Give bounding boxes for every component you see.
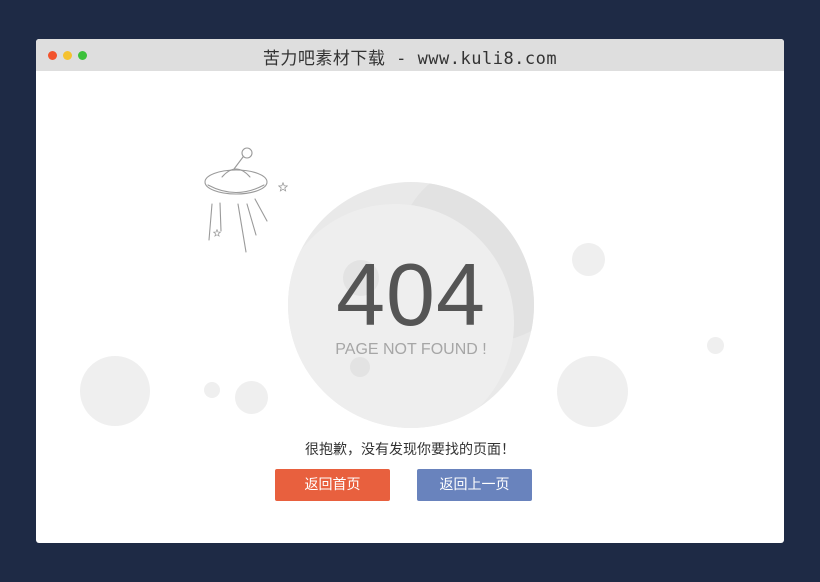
home-button[interactable]: 返回首页 [275,469,390,501]
bubble-decoration [572,243,605,276]
bubble-decoration [557,356,628,427]
error-subtitle: PAGE NOT FOUND ! [335,341,487,358]
bubble-decoration [707,337,724,354]
ufo-icon [204,147,268,253]
back-button[interactable]: 返回上一页 [417,469,532,501]
planet-crater [350,357,370,377]
window-title: 苦力吧素材下载 - www.kuli8.com [262,49,558,69]
error-code: 404 [336,245,486,344]
error-message: 很抱歉，没有发现你要找的页面！ [305,442,515,458]
star-icon [278,182,288,192]
star-icon [213,229,221,237]
bubble-decoration [80,356,150,426]
browser-window: 苦力吧素材下载 - www.kuli8.com 404 PAGE NOT FOU… [36,39,784,543]
bubble-decoration [204,382,220,398]
bubble-decoration [235,381,268,414]
window-titlebar: 苦力吧素材下载 - www.kuli8.com [36,39,784,71]
